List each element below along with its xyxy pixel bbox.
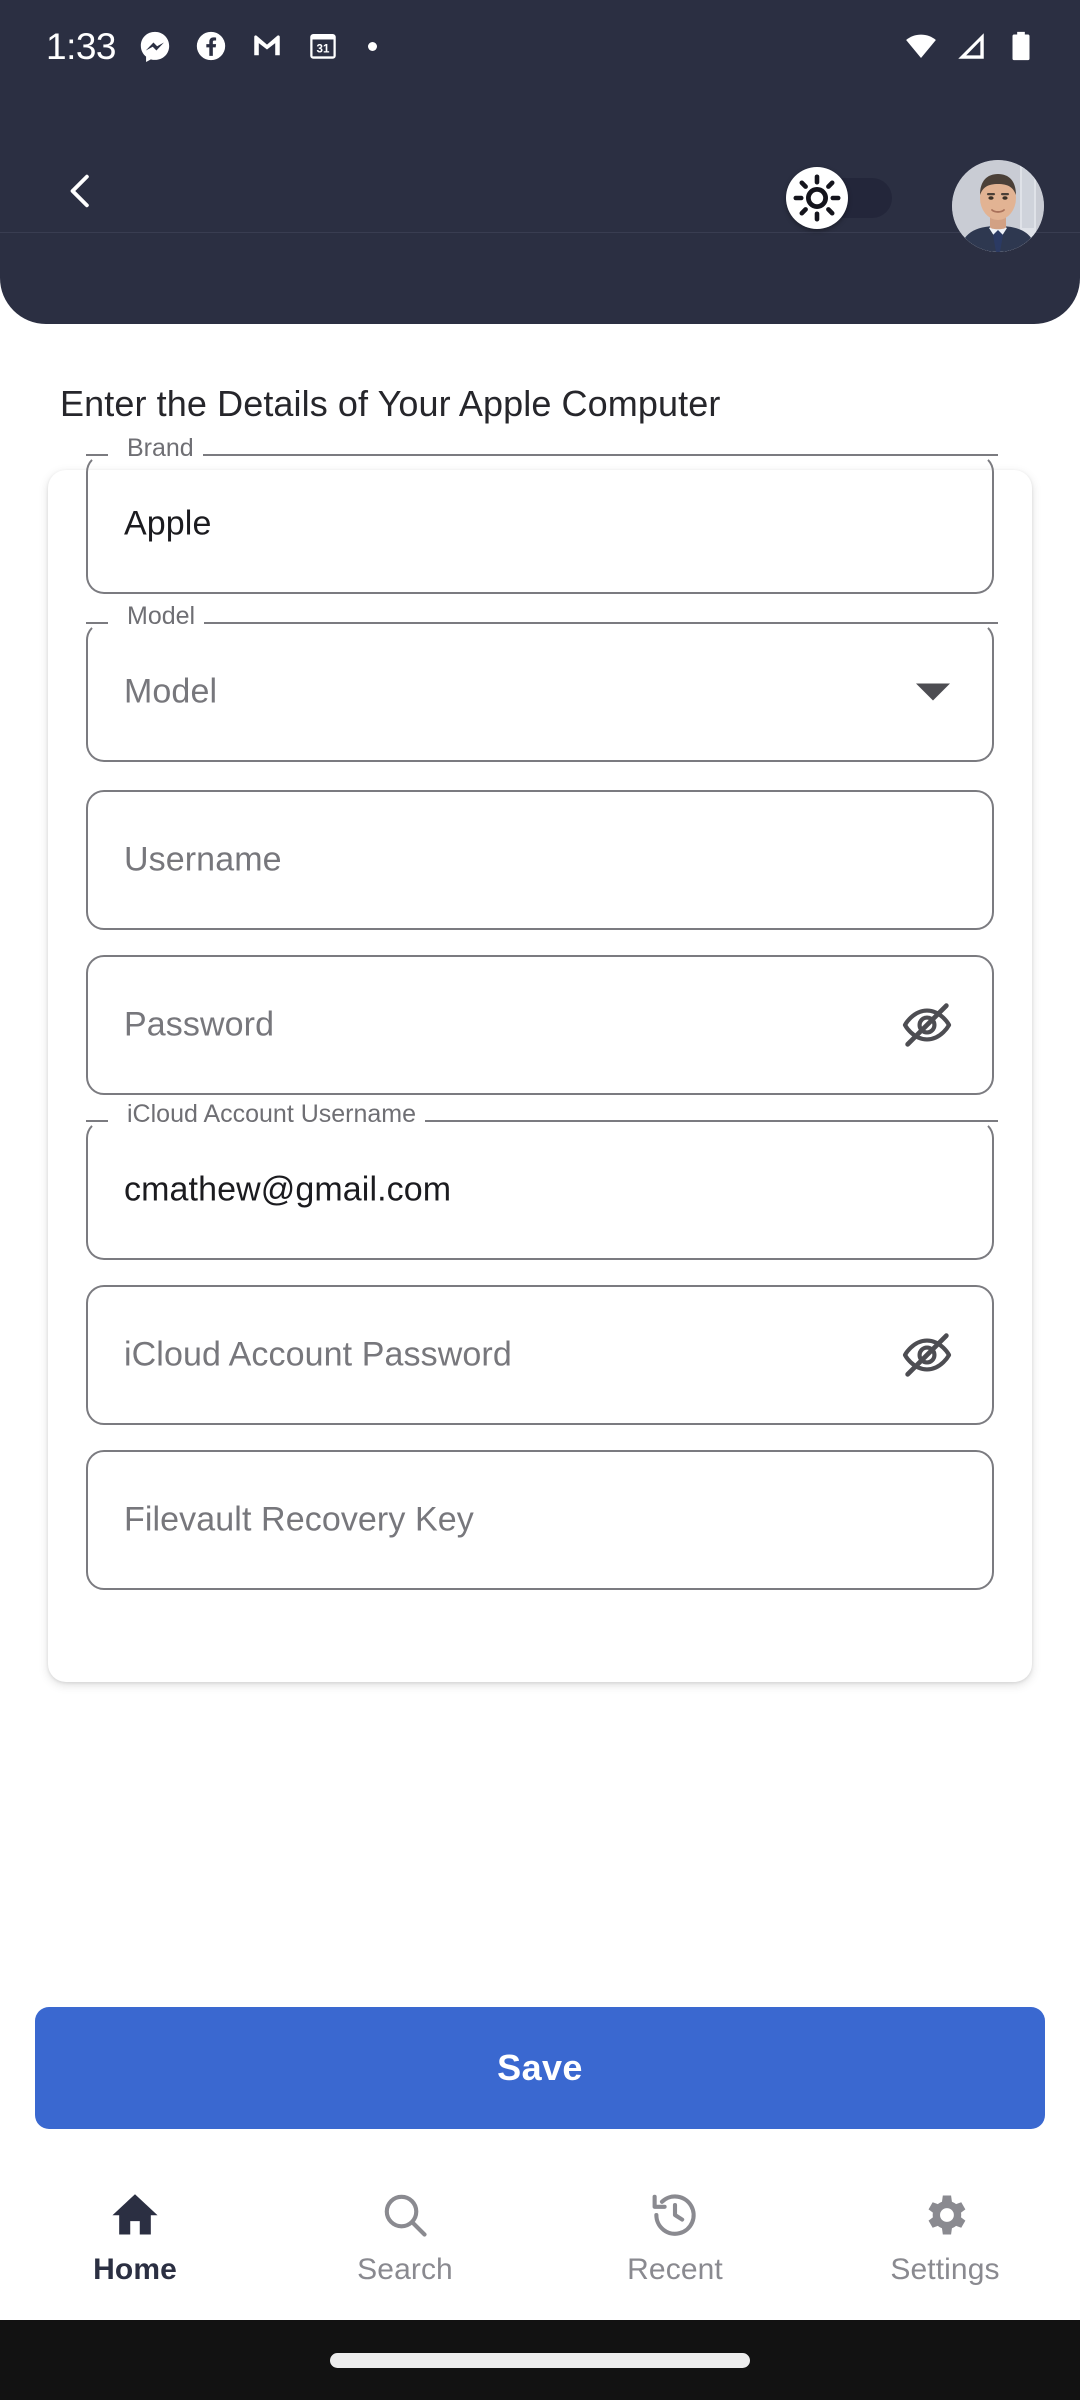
save-button[interactable]: Save: [35, 2007, 1045, 2129]
home-icon: [112, 2194, 158, 2235]
field-icloud-username[interactable]: iCloud Account Username cmathew@gmail.co…: [86, 1102, 998, 1260]
field-model[interactable]: Model Model: [86, 604, 998, 762]
search-icon: [384, 2194, 427, 2237]
form-card: Brand Apple Model Model Username Passwor…: [48, 436, 1032, 1682]
nav-label-recent: Recent: [627, 2253, 723, 2286]
status-bar: 1:33 31: [0, 0, 1080, 92]
field-password[interactable]: Password: [86, 955, 994, 1095]
gmail-icon: [254, 35, 280, 56]
field-model-value: Model: [124, 672, 218, 711]
app-screen: 1:33 31 Enter the Details of Your Apple …: [0, 0, 1080, 2400]
nav-item-recent[interactable]: Recent: [540, 2156, 810, 2320]
eye-off-icon[interactable]: [898, 996, 956, 1054]
field-model-label: Model: [118, 604, 205, 629]
field-filevault-key[interactable]: Filevault Recovery Key: [86, 1450, 994, 1590]
field-brand-value: Apple: [124, 504, 212, 543]
app-bar-shelf: [0, 232, 1080, 324]
chevron-left-icon: [70, 174, 89, 208]
field-password-placeholder: Password: [124, 1005, 275, 1044]
field-icloud-username-value: cmathew@gmail.com: [124, 1170, 452, 1209]
brand-notch: [86, 454, 998, 456]
status-bar-left: 1:33 31: [46, 28, 904, 65]
field-brand-label: Brand: [118, 436, 203, 461]
brightness-sun-icon: [793, 174, 841, 222]
back-button[interactable]: [42, 152, 120, 230]
status-bar-clock: 1:33: [46, 25, 117, 67]
battery-icon: [1012, 31, 1030, 61]
wifi-icon: [906, 34, 936, 59]
page-title: Enter the Details of Your Apple Computer: [60, 383, 721, 424]
nav-label-settings: Settings: [890, 2253, 1000, 2286]
bottom-navigation: Home Search Recent Settings: [0, 2156, 1080, 2320]
nav-label-search: Search: [357, 2253, 453, 2286]
calendar-31-icon: 31: [310, 33, 336, 59]
chevron-down-icon[interactable]: [916, 683, 950, 701]
nav-item-search[interactable]: Search: [270, 2156, 540, 2320]
app-bar: [0, 92, 1080, 232]
eye-off-icon[interactable]: [898, 1326, 956, 1384]
messenger-icon: [140, 31, 170, 63]
field-icloud-username-label: iCloud Account Username: [118, 1102, 426, 1127]
facebook-icon: [196, 31, 226, 61]
nav-label-home: Home: [93, 2253, 177, 2286]
cellular-signal-icon: [958, 33, 984, 59]
field-brand[interactable]: Brand Apple: [86, 436, 998, 594]
field-username-placeholder: Username: [124, 840, 282, 879]
nav-item-home[interactable]: Home: [0, 2156, 270, 2320]
gear-icon: [928, 2195, 966, 2235]
status-bar-right: [904, 29, 1038, 63]
theme-toggle-knob: [786, 167, 848, 229]
dot-indicator-icon: [368, 41, 378, 51]
field-icloud-password[interactable]: iCloud Account Password: [86, 1285, 994, 1425]
theme-toggle[interactable]: [786, 167, 892, 229]
field-icloud-password-placeholder: iCloud Account Password: [124, 1335, 512, 1374]
svg-text:31: 31: [317, 43, 330, 56]
nav-item-settings[interactable]: Settings: [810, 2156, 1080, 2320]
user-avatar-photo: [952, 160, 1044, 252]
avatar[interactable]: [952, 160, 1044, 252]
model-notch: [86, 622, 998, 624]
field-filevault-key-placeholder: Filevault Recovery Key: [124, 1500, 474, 1539]
gesture-pill[interactable]: [330, 2352, 750, 2368]
system-gesture-bar: [0, 2320, 1080, 2400]
field-username[interactable]: Username: [86, 790, 994, 930]
history-icon: [652, 2194, 696, 2236]
